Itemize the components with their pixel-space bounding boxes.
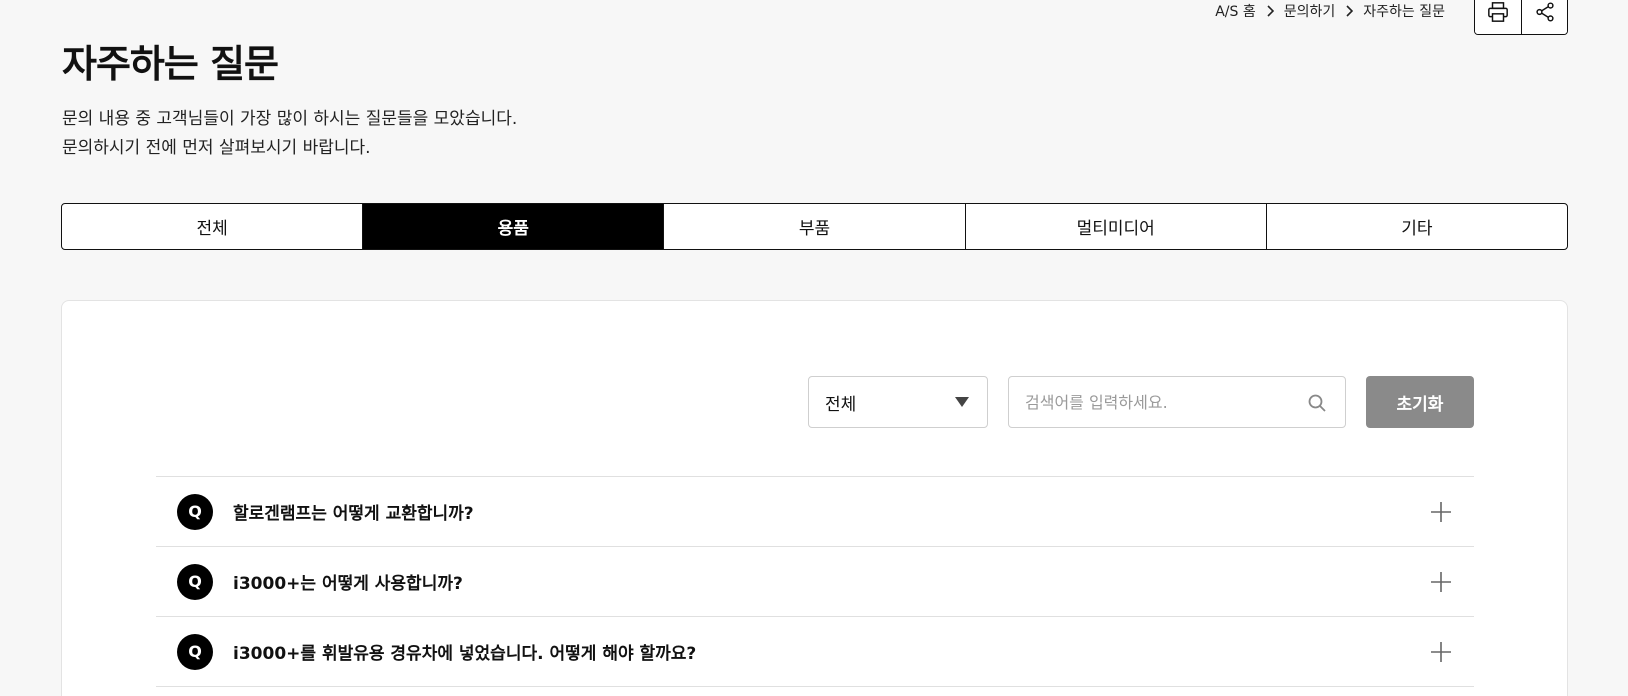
- faq-list: Q 할로겐램프는 어떻게 교환합니까? Q i3000+는 어떻게 사용합니까?…: [156, 476, 1474, 687]
- faq-item[interactable]: Q i3000+는 어떻게 사용합니까?: [156, 547, 1474, 617]
- description-line: 문의하시기 전에 먼저 살펴보시기 바랍니다.: [62, 138, 371, 158]
- tab-multimedia[interactable]: 멀티미디어: [964, 204, 1266, 249]
- question-badge: Q: [177, 633, 213, 670]
- faq-question: i3000+를 휘발유용 경유차에 넣었습니다. 어떻게 해야 할까요?: [233, 644, 697, 664]
- share-button[interactable]: [1521, 0, 1567, 34]
- utility-buttons: [1474, 0, 1568, 35]
- tab-other[interactable]: 기타: [1265, 204, 1567, 249]
- category-select-value: 전체: [825, 394, 857, 415]
- description-line: 문의 내용 중 고객님들이 가장 많이 하시는 질문들을 모았습니다.: [62, 109, 518, 129]
- tab-all[interactable]: 전체: [62, 204, 362, 249]
- category-tabs: 전체 용품 부품 멀티미디어 기타: [61, 203, 1568, 250]
- faq-item[interactable]: Q i3000+를 휘발유용 경유차에 넣었습니다. 어떻게 해야 할까요?: [156, 617, 1474, 687]
- faq-item[interactable]: Q 할로겐램프는 어떻게 교환합니까?: [156, 477, 1474, 547]
- question-badge: Q: [177, 563, 213, 600]
- plus-icon[interactable]: [1430, 571, 1452, 593]
- plus-icon[interactable]: [1430, 501, 1452, 523]
- page-description: 문의 내용 중 고객님들이 가장 많이 하시는 질문들을 모았습니다. 문의하시…: [62, 105, 517, 163]
- reset-button[interactable]: 초기화: [1366, 376, 1474, 428]
- page-title: 자주하는 질문: [62, 42, 279, 86]
- question-badge: Q: [177, 493, 213, 530]
- print-icon: [1488, 1, 1508, 22]
- chevron-right-icon: [1266, 5, 1274, 17]
- breadcrumb-item-home[interactable]: A/S 홈: [1215, 1, 1256, 21]
- breadcrumb-item-current: 자주하는 질문: [1363, 4, 1445, 20]
- breadcrumb: A/S 홈 문의하기 자주하는 질문: [1215, 0, 1445, 22]
- faq-question: i3000+는 어떻게 사용합니까?: [233, 574, 463, 594]
- share-icon: [1535, 1, 1554, 22]
- print-button[interactable]: [1475, 0, 1521, 34]
- search-icon[interactable]: [1307, 393, 1327, 413]
- faq-question: 할로겐램프는 어떻게 교환합니까?: [233, 504, 474, 524]
- search-box: [1008, 376, 1346, 428]
- caret-down-icon: [955, 397, 969, 407]
- faq-card: 전체 초기화 Q 할로겐램프는 어떻게 교환합니까? Q i3000+는 어떻게…: [61, 300, 1568, 696]
- search-input[interactable]: [1009, 377, 1345, 427]
- breadcrumb-item-inquiry[interactable]: 문의하기: [1284, 1, 1336, 21]
- category-select[interactable]: 전체: [808, 376, 988, 428]
- tab-accessories[interactable]: 용품: [362, 204, 664, 249]
- tab-parts[interactable]: 부품: [663, 204, 964, 249]
- page: A/S 홈 문의하기 자주하는 질문 자주하는 질문 문의 내용 중 고객님들이…: [0, 0, 1628, 696]
- plus-icon[interactable]: [1430, 641, 1452, 663]
- chevron-right-icon: [1345, 5, 1354, 17]
